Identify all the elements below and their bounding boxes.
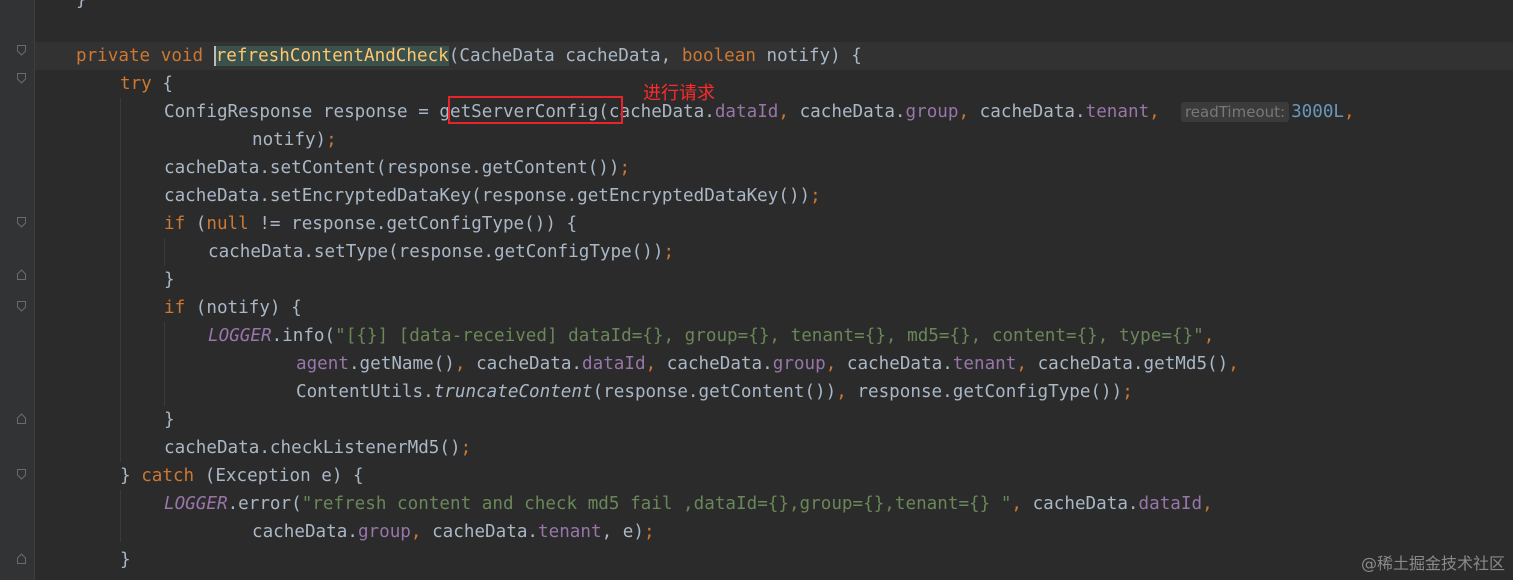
code-line[interactable]: cacheData.setContent(response.getContent… (164, 154, 630, 182)
code-line[interactable]: if (notify) { (164, 294, 302, 322)
indent-guide (120, 490, 121, 542)
code-line[interactable]: try { (120, 70, 173, 98)
fold-collapse-icon[interactable] (17, 469, 26, 480)
code-line[interactable]: cacheData.checkListenerMd5(); (164, 434, 471, 462)
code-line[interactable]: } (76, 0, 87, 14)
fold-collapse-icon[interactable] (17, 45, 26, 56)
highlight-box (448, 96, 623, 124)
parameter-hint: readTimeout: (1180, 102, 1290, 122)
code-line[interactable]: ContentUtils.truncateContent(response.ge… (296, 378, 1133, 406)
editor-gutter (0, 0, 34, 580)
annotation-label: 进行请求 (643, 83, 715, 104)
code-line[interactable]: cacheData.group, cacheData.tenant, e); (252, 518, 655, 546)
code-line[interactable]: cacheData.setType(response.getConfigType… (208, 238, 674, 266)
indent-guide (120, 98, 121, 462)
watermark: @稀土掘金技术社区 (1360, 554, 1505, 573)
fold-expand-end-icon[interactable] (17, 553, 26, 564)
code-line[interactable]: if (null != response.getConfigType()) { (164, 210, 577, 238)
code-line[interactable]: cacheData.setEncryptedDataKey(response.g… (164, 182, 821, 210)
fold-expand-end-icon[interactable] (17, 269, 26, 280)
indent-guide (164, 322, 165, 406)
code-line[interactable]: agent.getName(), cacheData.dataId, cache… (296, 350, 1239, 378)
fold-collapse-icon[interactable] (17, 301, 26, 312)
code-line[interactable]: } (164, 406, 175, 434)
code-line[interactable]: } (164, 266, 175, 294)
fold-collapse-icon[interactable] (17, 73, 26, 84)
code-line[interactable]: LOGGER.info("[{}] [data-received] dataId… (208, 322, 1214, 350)
code-editor[interactable]: } private void refreshContentAndCheck(Ca… (0, 0, 1513, 580)
code-line[interactable]: } catch (Exception e) { (120, 462, 364, 490)
gutter-separator (34, 0, 35, 580)
code-line[interactable]: LOGGER.error("refresh content and check … (164, 490, 1213, 518)
fold-expand-end-icon[interactable] (17, 413, 26, 424)
code-line-method-signature[interactable]: private void refreshContentAndCheck(Cach… (76, 42, 862, 70)
code-line[interactable]: ConfigResponse response = getServerConfi… (164, 98, 1355, 126)
method-name: refreshContentAndCheck (213, 46, 449, 66)
code-line[interactable]: notify); (252, 126, 337, 154)
fold-collapse-icon[interactable] (17, 217, 26, 228)
code-line[interactable]: } (120, 546, 131, 574)
indent-guide (164, 238, 165, 266)
